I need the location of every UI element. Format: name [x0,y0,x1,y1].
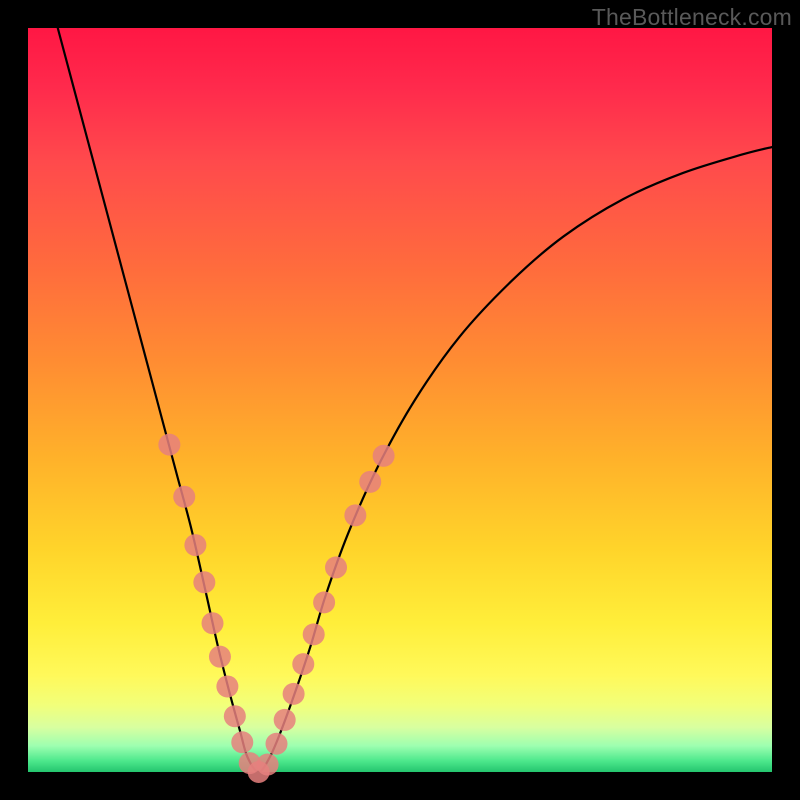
data-dot [231,731,253,753]
data-dot [216,675,238,697]
chart-svg [28,28,772,772]
data-dot [209,646,231,668]
bottleneck-curve [58,28,772,772]
data-dot [292,653,314,675]
data-dot [224,705,246,727]
plot-area [28,28,772,772]
data-dot [373,445,395,467]
data-dot [344,504,366,526]
data-dot [193,571,215,593]
data-dot [359,471,381,493]
data-dot [173,486,195,508]
chart-frame: TheBottleneck.com [0,0,800,800]
data-dot [266,733,288,755]
data-dot [313,591,335,613]
data-dot [184,534,206,556]
data-dot [274,709,296,731]
data-dot [283,683,305,705]
data-dots [158,434,394,783]
data-dot [158,434,180,456]
data-dot [257,754,279,776]
data-dot [303,623,325,645]
data-dot [202,612,224,634]
data-dot [325,556,347,578]
watermark-text: TheBottleneck.com [592,4,792,31]
